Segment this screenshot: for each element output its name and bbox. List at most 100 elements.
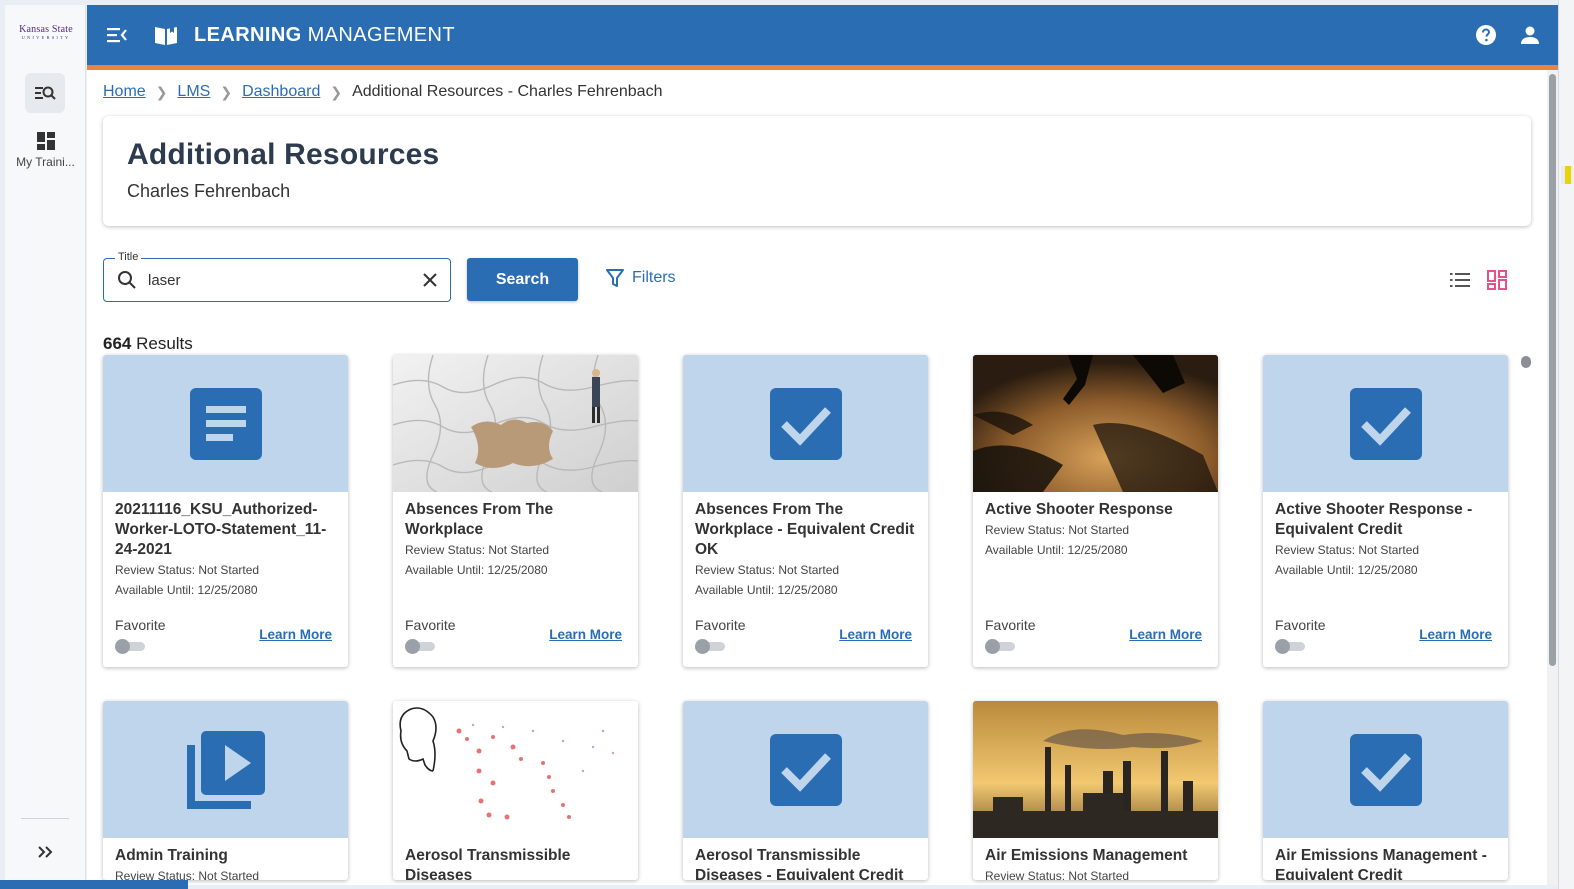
search-button[interactable]: Search [467,258,578,301]
filters-label: Filters [632,269,676,286]
breadcrumb-dashboard[interactable]: Dashboard [242,82,320,102]
resource-card[interactable]: Absences From The Workplace - Equivalent… [683,355,928,667]
learn-more-link[interactable]: Learn More [1129,627,1202,642]
left-rail: Kansas State UNIVERSITY My Traini... [5,5,86,885]
results-number: 664 [103,334,132,353]
card-thumbnail [683,701,928,838]
card-review-status: Review Status: Not Started [405,543,550,557]
menu-collapse-icon[interactable] [105,23,129,47]
checkbox-icon [1350,388,1422,460]
logo-main-text: Kansas State [19,24,73,35]
resource-card[interactable]: Absences From The Workplace Review Statu… [393,355,638,667]
puzzle-image [393,355,638,492]
card-body: Active Shooter Response Review Status: N… [985,500,1207,560]
ksu-logo[interactable]: Kansas State UNIVERSITY [11,25,81,41]
search-list-button[interactable] [25,73,65,113]
my-training-label: My Traini... [16,155,75,169]
card-title: Absences From The Workplace - Equivalent… [695,501,915,558]
page-scrollbar[interactable] [1547,70,1558,885]
card-title: Active Shooter Response [985,501,1173,518]
favorite-label: Favorite [985,617,1036,633]
favorite-label: Favorite [115,617,166,633]
resource-card[interactable]: Aerosol Transmissible Diseases - Equival… [683,701,928,880]
card-available-until: Available Until: 12/25/2080 [695,583,838,597]
list-view-icon[interactable] [1448,268,1472,292]
learn-more-link[interactable]: Learn More [549,627,622,642]
card-title: Admin Training [115,847,228,864]
breadcrumb-home[interactable]: Home [103,82,146,102]
favorite-toggle[interactable] [695,639,727,654]
results-count: 664 Results [103,334,193,354]
resource-card[interactable]: Admin Training Review Status: Not Starte… [103,701,348,880]
learn-more-link[interactable]: Learn More [1419,627,1492,642]
card-body: 20211116_KSU_Authorized-Worker-LOTO-Stat… [115,500,337,600]
card-title: Air Emissions Management - Equivalent Cr… [1275,847,1487,880]
resource-card[interactable]: Active Shooter Response - Equivalent Cre… [1263,355,1508,667]
search-list-icon [35,86,56,100]
edge-highlight [1565,166,1571,184]
double-chevron-right-icon [38,846,53,858]
card-available-until: Available Until: 12/25/2080 [115,583,258,597]
expand-rail-button[interactable] [32,839,58,865]
card-body: Admin Training Review Status: Not Starte… [115,846,337,880]
card-review-status: Review Status: Not Started [695,563,840,577]
resource-card[interactable]: 20211116_KSU_Authorized-Worker-LOTO-Stat… [103,355,348,667]
card-review-status: Review Status: Not Started [985,523,1130,537]
title-search-field: Title [103,251,451,302]
user-account-icon[interactable] [1518,23,1542,47]
resource-card[interactable]: Active Shooter Response Review Status: N… [973,355,1218,667]
breadcrumb: Home ❯ LMS ❯ Dashboard ❯ Additional Reso… [103,82,662,102]
breadcrumb-lms[interactable]: LMS [177,82,210,102]
book-icon [155,25,177,45]
clear-icon[interactable] [420,270,440,290]
bottom-accent-bar [0,880,188,889]
search-field-label: Title [115,251,142,263]
results-scrollbar-thumb[interactable] [1521,356,1531,368]
card-body: Aerosol Transmissible Diseases [405,846,627,880]
card-body: Air Emissions Management Review Status: … [985,846,1207,880]
breadcrumb-separator: ❯ [155,84,168,100]
checkbox-icon [770,388,842,460]
resource-card[interactable]: Air Emissions Management Review Status: … [973,701,1218,880]
card-available-until: Available Until: 12/25/2080 [985,543,1128,557]
card-title: 20211116_KSU_Authorized-Worker-LOTO-Stat… [115,501,327,558]
resource-card[interactable]: Air Emissions Management - Equivalent Cr… [1263,701,1508,880]
search-input[interactable] [148,267,408,293]
resource-card[interactable]: Aerosol Transmissible Diseases [393,701,638,880]
checkbox-icon [770,734,842,806]
grid-view-icon[interactable] [1485,268,1509,292]
favorite-label: Favorite [1275,617,1326,633]
running-people-image [973,355,1218,492]
my-training-nav[interactable]: My Traini... [5,131,86,169]
video-library-icon [187,731,265,809]
card-body: Active Shooter Response - Equivalent Cre… [1275,500,1497,580]
card-review-status: Review Status: Not Started [985,869,1130,880]
card-thumbnail [1263,701,1508,838]
card-body: Absences From The Workplace - Equivalent… [695,500,917,600]
breadcrumb-separator: ❯ [330,84,343,100]
window-edge [1558,0,1574,889]
favorite-label: Favorite [405,617,456,633]
page-header-card: Additional Resources Charles Fehrenbach [103,116,1531,226]
learn-more-link[interactable]: Learn More [839,627,912,642]
card-title: Active Shooter Response - Equivalent Cre… [1275,501,1473,538]
page-scrollbar-thumb[interactable] [1549,74,1556,666]
favorite-toggle[interactable] [115,639,147,654]
card-thumbnail [1263,355,1508,492]
card-review-status: Review Status: Not Started [115,869,260,880]
rail-divider [21,818,69,819]
filters-button[interactable]: Filters [606,268,676,288]
app-title: LEARNING MANAGEMENT [194,22,455,48]
aerosol-image [393,701,638,838]
dashboard-icon [36,132,55,150]
breadcrumb-current: Additional Resources - Charles Fehrenbac… [352,83,663,100]
card-available-until: Available Until: 12/25/2080 [405,563,548,577]
document-icon [190,388,262,460]
favorite-toggle[interactable] [985,639,1017,654]
learn-more-link[interactable]: Learn More [259,627,332,642]
favorite-toggle[interactable] [405,639,437,654]
favorite-toggle[interactable] [1275,639,1307,654]
help-icon[interactable] [1474,23,1498,47]
results-scrollbar[interactable] [1521,356,1531,876]
filter-icon [606,269,624,287]
